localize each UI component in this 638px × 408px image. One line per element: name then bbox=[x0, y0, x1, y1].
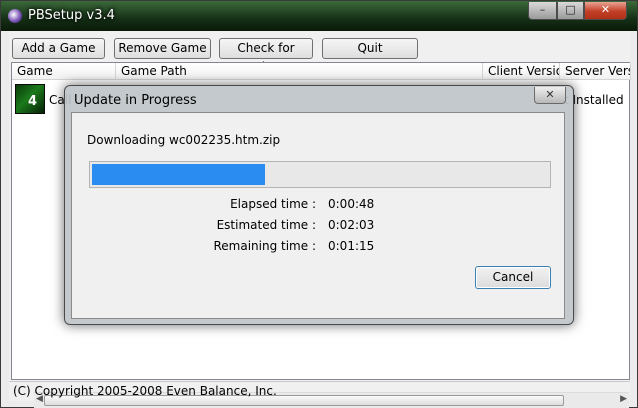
add-game-button[interactable]: Add a Game bbox=[12, 38, 105, 59]
title-bar[interactable]: PBSetup v3.4 – □ ✕ bbox=[1, 1, 637, 31]
minimize-button[interactable]: – bbox=[528, 2, 557, 20]
download-status-text: Downloading wc002235.htm.zip bbox=[87, 133, 281, 147]
column-header-client-version[interactable]: Client Version bbox=[483, 63, 560, 80]
update-dialog: Update in Progress ✕ Downloading wc00223… bbox=[64, 85, 574, 325]
game-logo-icon: 4 bbox=[15, 84, 45, 114]
game-logo-number: 4 bbox=[28, 94, 38, 109]
status-bar: (C) Copyright 2005-2008 Even Balance, In… bbox=[9, 381, 630, 401]
column-header-server-version[interactable]: Server Version bbox=[560, 63, 631, 80]
elapsed-time-value: 0:00:48 bbox=[328, 197, 375, 211]
app-icon bbox=[8, 9, 22, 23]
quit-button[interactable]: Quit bbox=[322, 38, 418, 59]
elapsed-time-label: Elapsed time : bbox=[230, 197, 316, 211]
dialog-title: Update in Progress bbox=[74, 93, 197, 108]
remaining-time-label: Remaining time : bbox=[213, 239, 316, 253]
minimize-icon: – bbox=[539, 3, 546, 16]
close-icon: ✕ bbox=[600, 3, 611, 16]
download-progress-bar bbox=[89, 161, 551, 188]
close-icon: ✕ bbox=[545, 88, 555, 101]
window-title: PBSetup v3.4 bbox=[28, 8, 115, 23]
estimated-time-label: Estimated time : bbox=[216, 218, 316, 232]
cancel-button[interactable]: Cancel bbox=[475, 266, 551, 289]
check-updates-button[interactable]: Check for Updates bbox=[219, 38, 313, 74]
dialog-body: Downloading wc002235.htm.zip Elapsed tim… bbox=[71, 112, 565, 319]
remaining-time-value: 0:01:15 bbox=[328, 239, 375, 253]
close-button[interactable]: ✕ bbox=[584, 2, 627, 20]
estimated-time-value: 0:02:03 bbox=[328, 218, 375, 232]
maximize-button[interactable]: □ bbox=[557, 2, 584, 20]
dialog-close-button[interactable]: ✕ bbox=[534, 87, 566, 104]
column-header-game[interactable]: Game bbox=[12, 63, 116, 80]
progress-fill bbox=[92, 164, 265, 185]
maximize-icon: □ bbox=[565, 3, 576, 16]
column-header-game-path[interactable]: Game Path bbox=[116, 63, 483, 80]
remove-game-button[interactable]: Remove Game bbox=[114, 38, 211, 59]
